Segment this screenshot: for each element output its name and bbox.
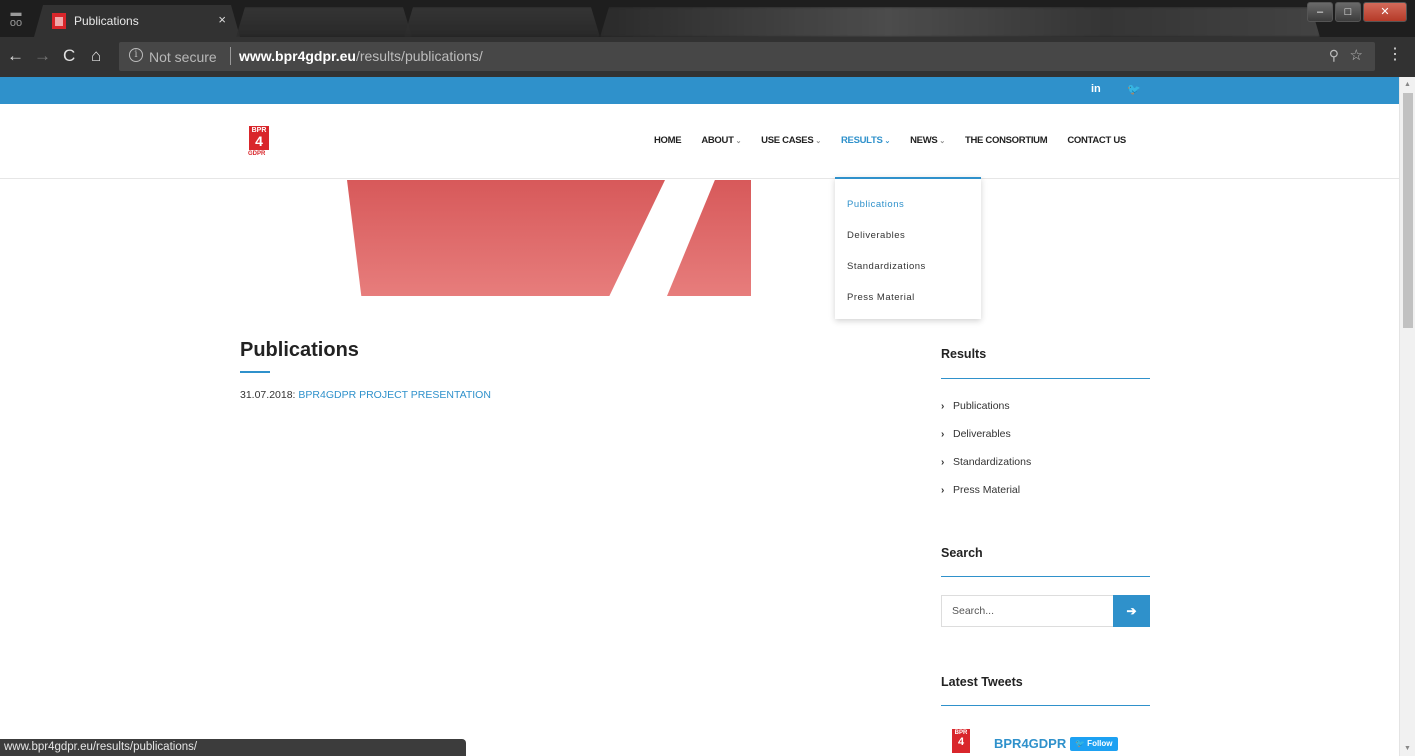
linkedin-icon[interactable]: in	[1091, 83, 1101, 95]
chevron-down-icon: ⌄	[735, 138, 742, 145]
forward-arrow-icon[interactable]: →	[34, 47, 51, 65]
reload-icon[interactable]: C	[63, 47, 75, 65]
close-window-button[interactable]: ✕	[1363, 2, 1407, 22]
social-top-bar: in 🐦	[0, 77, 1399, 104]
favicon-icon	[52, 13, 66, 29]
maximize-button[interactable]: □	[1335, 2, 1361, 22]
sidebar-link-standardizations[interactable]: › Standardizations	[941, 456, 1031, 468]
tab-background[interactable]	[404, 7, 600, 37]
search-input[interactable]: Search...	[941, 595, 1113, 627]
title-underline	[240, 371, 270, 373]
page-title: Publications	[240, 339, 359, 361]
dropdown-item-standardizations[interactable]: Standardizations	[847, 261, 926, 272]
sidebar-divider	[941, 576, 1150, 577]
bookmark-star-icon[interactable]: ☆	[1350, 46, 1363, 64]
chevron-right-icon: ›	[941, 401, 945, 412]
logo-mark: BPR 4	[249, 126, 269, 150]
minimize-button[interactable]: –	[1307, 2, 1333, 22]
site-logo[interactable]: BPR 4 GDPR	[248, 126, 271, 158]
scroll-down-arrow-icon[interactable]: ▼	[1404, 745, 1411, 752]
nav-about[interactable]: ABOUT ⌄	[701, 135, 741, 146]
nav-home[interactable]: HOME	[654, 135, 682, 146]
nav-label: THE CONSORTIUM	[964, 135, 1048, 146]
scrollbar-thumb[interactable]	[1403, 93, 1413, 328]
url-text[interactable]: www.bpr4gdpr.eu/results/publications/	[239, 48, 483, 64]
chevron-right-icon: ›	[941, 457, 945, 468]
back-arrow-icon[interactable]: ←	[7, 47, 24, 65]
tab-publications[interactable]: Publications ×	[34, 5, 240, 37]
nav-label: ABOUT	[701, 135, 734, 146]
url-path: /results/publications/	[355, 48, 483, 64]
nav-contact[interactable]: CONTACT US	[1067, 135, 1126, 146]
hero-graphic-left	[347, 180, 665, 296]
dropdown-item-deliverables[interactable]: Deliverables	[847, 230, 905, 241]
chevron-right-icon: ›	[941, 485, 945, 496]
dropdown-item-press-material[interactable]: Press Material	[847, 292, 915, 303]
search-submit-button[interactable]: ➔	[1113, 595, 1150, 627]
sidebar-search-heading: Search	[941, 546, 983, 560]
twitter-icon[interactable]: 🐦	[1127, 83, 1141, 96]
logo-bottom-text: GDPR	[248, 151, 266, 157]
url-host: www.bpr4gdpr.eu	[239, 48, 356, 64]
browser-menu-icon[interactable]: ⋮	[1387, 46, 1403, 64]
nav-label: CONTACT US	[1067, 135, 1126, 146]
address-separator	[230, 47, 231, 65]
nav-label: HOME	[654, 135, 682, 146]
hero-graphic-right	[667, 180, 751, 296]
chevron-down-icon: ⌄	[884, 138, 891, 145]
sidebar-link-deliverables[interactable]: › Deliverables	[941, 428, 1011, 440]
sidebar-link-label: Publications	[953, 400, 1010, 412]
tab-close-icon[interactable]: ×	[218, 12, 226, 27]
sidebar-link-publications[interactable]: › Publications	[941, 400, 1010, 412]
page-viewport: in 🐦 BPR 4 GDPR HOME ABOUT ⌄ USE CASES ⌄ R…	[0, 77, 1399, 756]
tweet-account-name[interactable]: BPR4GDPR	[994, 736, 1066, 751]
tweet-avatar[interactable]: BPR 4	[952, 729, 970, 753]
info-icon[interactable]: i	[129, 48, 143, 62]
nav-label: RESULTS	[840, 135, 883, 146]
window-controls: – □ ✕	[1307, 2, 1407, 22]
nav-results[interactable]: RESULTS ⌄	[841, 135, 890, 146]
publication-link[interactable]: BPR4GDPR PROJECT PRESENTATION	[298, 389, 491, 401]
chevron-down-icon: ⌄	[939, 138, 945, 145]
address-bar[interactable]: i Not secure www.bpr4gdpr.eu/results/pub…	[119, 42, 1375, 71]
twitter-follow-button[interactable]: 🐦 Follow	[1070, 737, 1118, 751]
nav-label: USE CASES	[761, 135, 814, 146]
scroll-up-arrow-icon[interactable]: ▲	[1404, 81, 1411, 88]
browser-title-bar: ▬ oo Publications × – □ ✕	[0, 0, 1415, 37]
sidebar-link-label: Deliverables	[953, 428, 1011, 440]
chevron-right-icon: ›	[941, 429, 945, 440]
security-label: Not secure	[149, 49, 217, 65]
sidebar-results-heading: Results	[941, 347, 987, 361]
nav-label: NEWS	[910, 135, 938, 146]
sidebar-link-label: Standardizations	[953, 456, 1032, 468]
logo-number: 4	[957, 736, 965, 748]
tab-title: Publications	[74, 14, 139, 28]
incognito-icon: ▬ oo	[9, 7, 23, 29]
link-status-bubble: www.bpr4gdpr.eu/results/publications/	[0, 739, 466, 756]
nav-use-cases[interactable]: USE CASES ⌄	[761, 135, 821, 146]
publication-date: 31.07.2018:	[240, 389, 296, 401]
sidebar-link-press-material[interactable]: › Press Material	[941, 484, 1020, 496]
sidebar-divider	[941, 705, 1150, 706]
tab-strip-blurred	[600, 7, 1320, 37]
sidebar-link-label: Press Material	[953, 484, 1021, 496]
nav-news[interactable]: NEWS ⌄	[910, 135, 945, 146]
site-header: BPR 4 GDPR HOME ABOUT ⌄ USE CASES ⌄ RESULT…	[0, 104, 1399, 179]
main-navigation: HOME ABOUT ⌄ USE CASES ⌄ RESULTS ⌄ NEWS ⌄ TH…	[654, 135, 1146, 146]
publication-entry: 31.07.2018: BPR4GDPR PROJECT PRESENTATIO…	[240, 389, 491, 401]
page-scrollbar[interactable]: ▲ ▼	[1399, 77, 1415, 756]
browser-toolbar: ← → C ⌂ i Not secure www.bpr4gdpr.eu/res…	[0, 37, 1415, 77]
home-icon[interactable]: ⌂	[91, 47, 101, 65]
tab-background[interactable]	[236, 7, 412, 37]
zoom-icon[interactable]: ⚲	[1329, 47, 1339, 64]
nav-consortium[interactable]: THE CONSORTIUM	[964, 135, 1048, 146]
sidebar-divider	[941, 378, 1150, 379]
dropdown-item-publications[interactable]: Publications	[847, 199, 904, 210]
logo-number: 4	[255, 133, 263, 149]
sidebar-tweets-heading: Latest Tweets	[941, 675, 1023, 689]
results-dropdown-menu: Publications Deliverables Standardizatio…	[835, 177, 981, 319]
chevron-down-icon: ⌄	[815, 138, 821, 145]
